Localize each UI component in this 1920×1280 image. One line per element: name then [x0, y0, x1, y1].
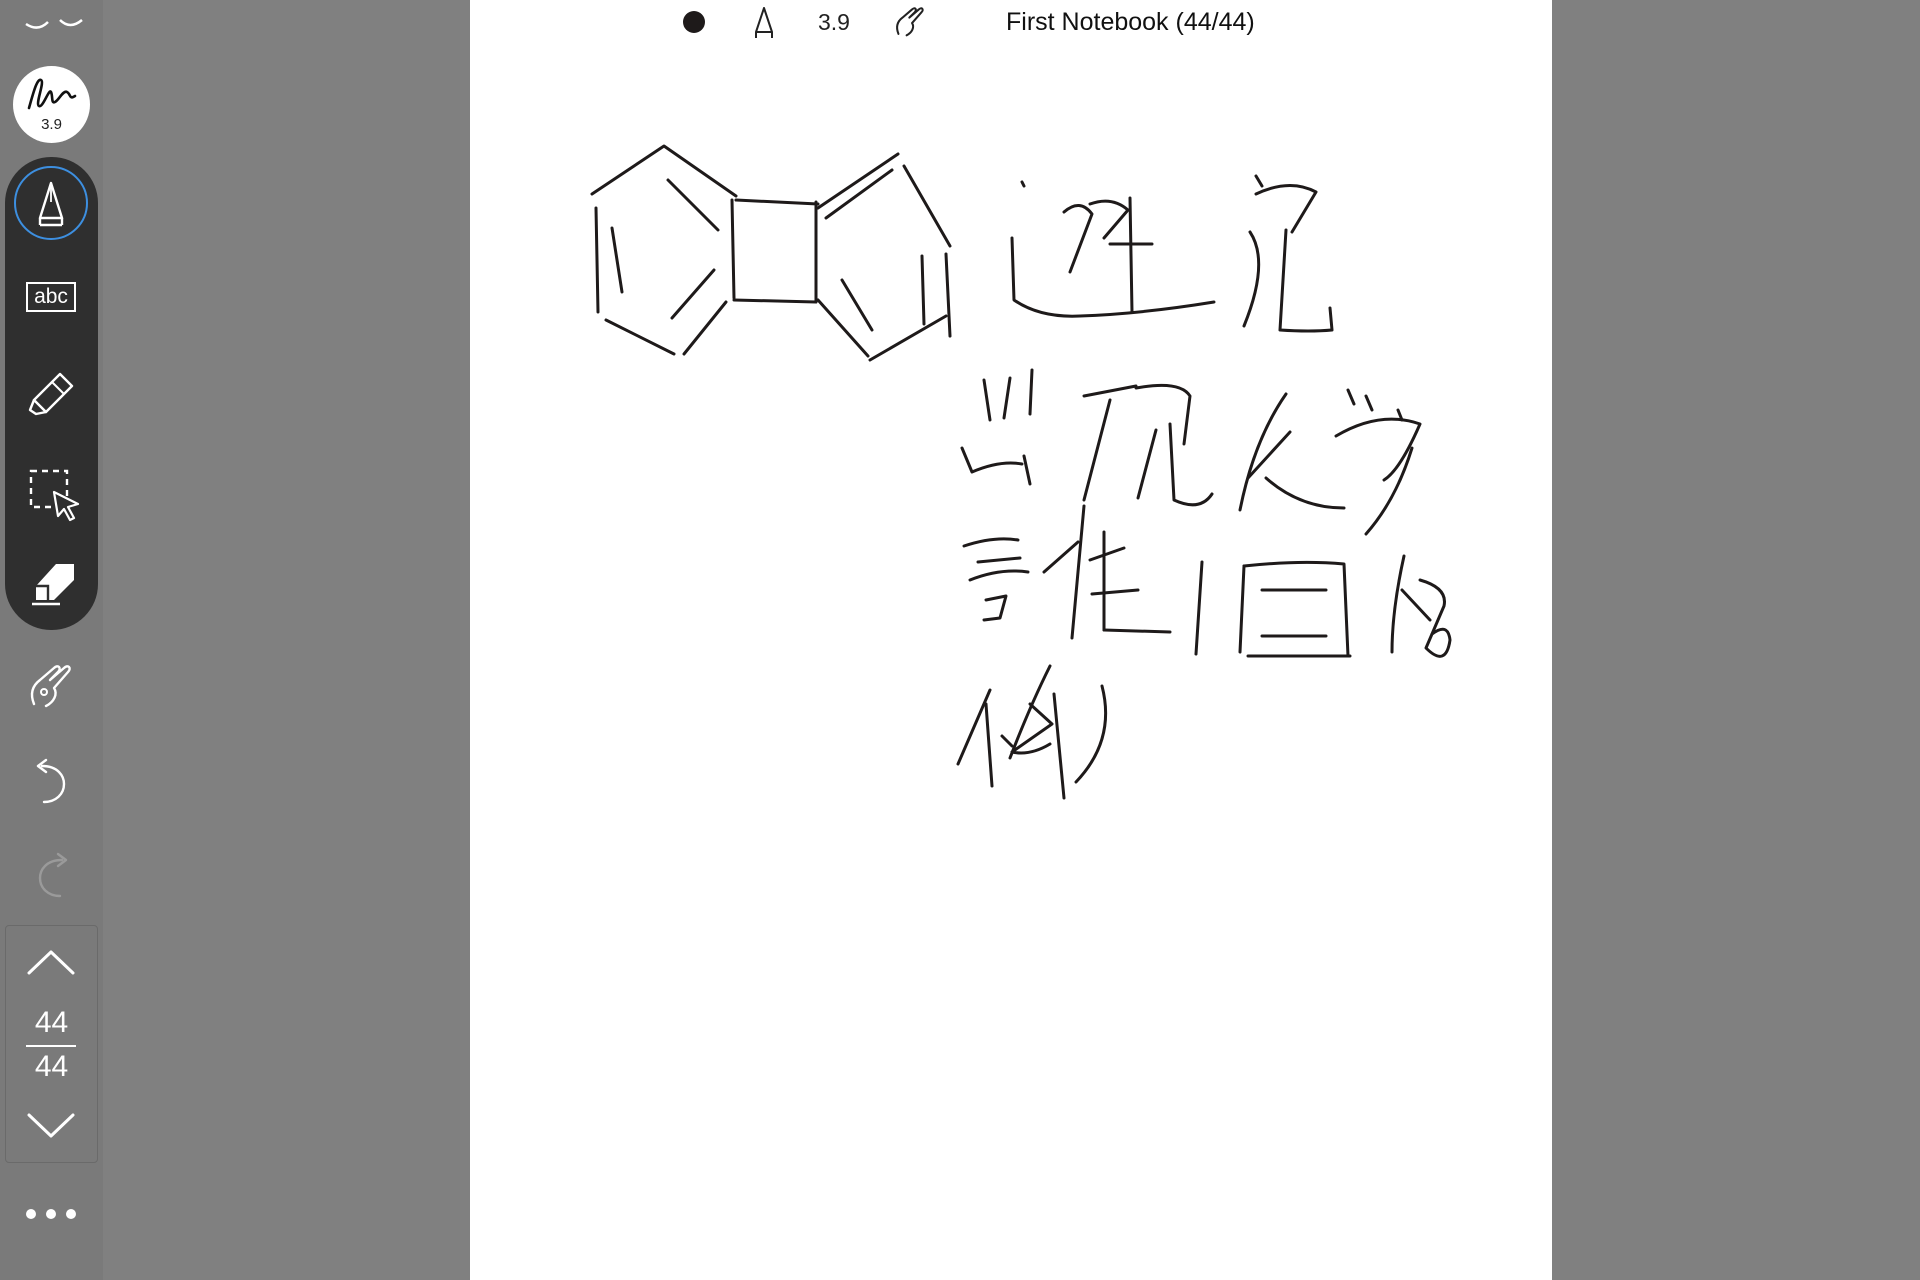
ink-stroke: [902, 164, 952, 248]
ink-stroke: [1002, 376, 1012, 420]
ink-stroke: [1254, 183, 1318, 234]
ink-stroke: [956, 688, 992, 766]
ink-stroke: [1042, 540, 1080, 574]
ink-stroke: [1242, 230, 1261, 328]
ink-stroke: [1400, 588, 1432, 622]
ink-stroke: [960, 446, 1024, 474]
ink-stroke: [1418, 578, 1452, 658]
ink-stroke: [1052, 692, 1066, 800]
ink-stroke: [1008, 664, 1052, 760]
ink-stroke: [1102, 628, 1172, 634]
ink-stroke: [610, 226, 624, 294]
ink-stroke: [730, 198, 736, 300]
ink-stroke: [1254, 174, 1264, 188]
ink-stroke: [1346, 388, 1356, 406]
ink-stroke: [1010, 702, 1054, 755]
ink-stroke: [920, 254, 926, 326]
ink-stroke: [1242, 560, 1350, 658]
ink-stroke: [976, 556, 1022, 564]
ink-stroke: [1278, 228, 1334, 333]
ink-stroke: [962, 537, 1020, 548]
handwriting-ink: [590, 144, 1452, 800]
ink-stroke: [1168, 422, 1214, 507]
ink-stroke: [1364, 394, 1374, 412]
ink-stroke: [682, 300, 728, 356]
ink-stroke: [590, 144, 738, 198]
ink-stroke: [816, 152, 900, 210]
ink-stroke: [1022, 454, 1032, 486]
ink-stroke: [1082, 398, 1112, 502]
ink-stroke: [1082, 384, 1138, 398]
ink-stroke: [968, 569, 1030, 582]
ink-stroke: [1238, 564, 1246, 654]
ink-stroke: [1088, 546, 1126, 562]
ink-stroke: [982, 378, 992, 422]
ink-stroke: [1334, 417, 1422, 482]
ink-stroke: [1070, 504, 1086, 640]
ink-stroke: [1028, 368, 1034, 416]
ink-stroke: [732, 298, 818, 304]
ink-stroke: [944, 252, 952, 338]
ink-stroke: [734, 198, 820, 206]
ink-stroke: [1020, 180, 1026, 188]
ink-stroke: [1238, 392, 1288, 512]
ink-stroke: [1010, 236, 1216, 318]
ink-stroke: [984, 702, 994, 788]
ink-stroke: [1128, 196, 1134, 314]
ink-stroke: [1136, 428, 1158, 500]
ink-stroke: [1090, 588, 1140, 596]
ink-stroke: [1134, 383, 1192, 446]
ink-stroke: [982, 594, 1008, 622]
ink-stroke: [666, 178, 720, 232]
ink-stroke: [1194, 560, 1204, 656]
ink-stroke: [868, 314, 948, 362]
ink-stroke: [594, 206, 600, 314]
ink-stroke: [670, 268, 716, 320]
ink-stroke: [1264, 476, 1346, 510]
ink-stroke: [1390, 554, 1406, 654]
ink-stroke: [604, 318, 676, 356]
ink-stroke: [1074, 684, 1108, 784]
ink-stroke: [1364, 446, 1414, 536]
ink-stroke: [840, 278, 874, 332]
ink-stroke: [824, 168, 894, 220]
ink-stroke: [1062, 204, 1094, 274]
ink-stroke: [1000, 734, 1014, 748]
ink-stroke: [1088, 199, 1130, 240]
